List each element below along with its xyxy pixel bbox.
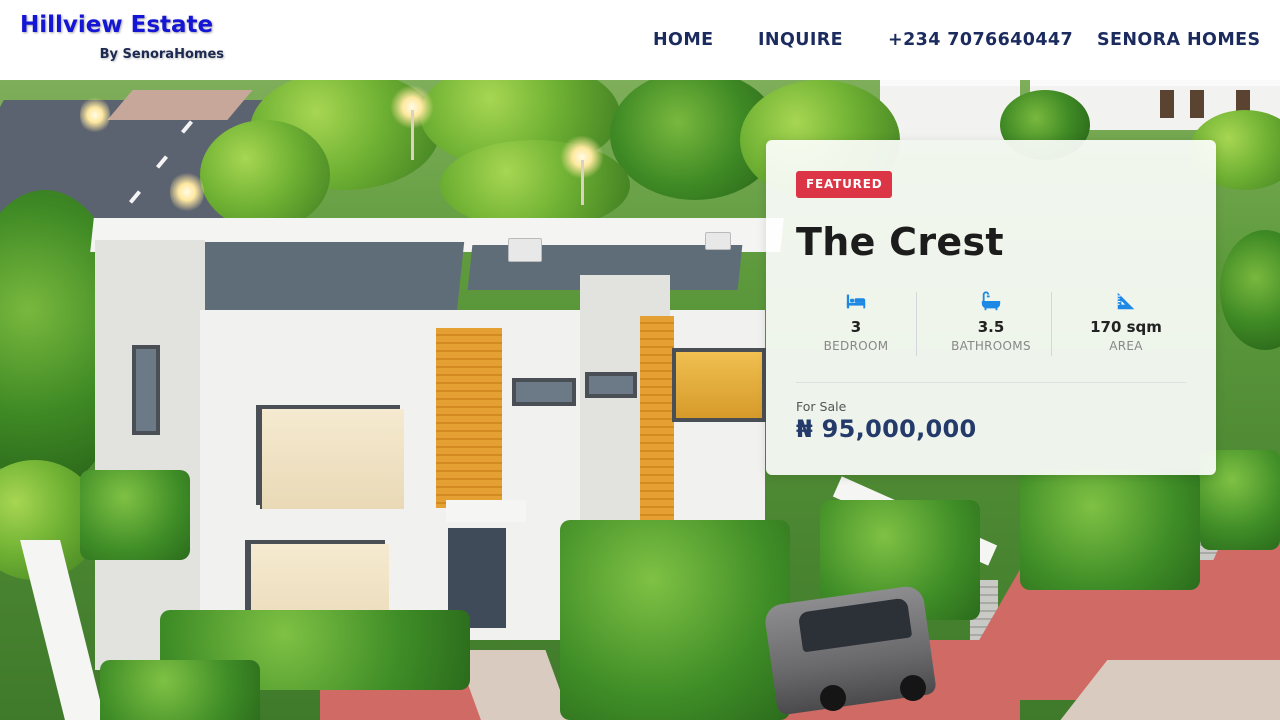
stat-label: BATHROOMS — [951, 339, 1031, 353]
street-lamp-pole — [411, 110, 414, 160]
property-stats: 3 BEDROOM 3.5 BATHROOMS 170 sqm AREA — [796, 290, 1186, 360]
wood-cladding-panel — [640, 316, 674, 536]
distant-house — [880, 80, 1020, 140]
distant-window — [1160, 90, 1174, 118]
tree — [200, 120, 330, 230]
street-lamp-glow — [170, 170, 204, 214]
stat-divider — [1051, 292, 1052, 356]
hedge — [560, 520, 790, 720]
bed-icon — [846, 294, 866, 309]
hedge — [100, 660, 260, 720]
bathtub-icon — [981, 291, 1001, 311]
featured-badge: FEATURED — [796, 171, 893, 198]
sidewalk — [107, 90, 253, 120]
wood-cladding-panel — [436, 328, 502, 508]
ruler-icon — [1117, 292, 1135, 310]
card-divider — [796, 382, 1186, 383]
building-side-wall — [95, 240, 205, 670]
distant-window — [1190, 90, 1204, 118]
nav-home-link[interactable]: HOME — [653, 29, 714, 51]
car-wheel — [820, 685, 846, 711]
window — [512, 378, 576, 406]
window — [585, 372, 637, 398]
window — [256, 405, 404, 509]
price-label: For Sale — [796, 399, 847, 414]
nav-phone-link[interactable]: +234 7076640447 — [888, 29, 1073, 51]
site-header: Hillview Estate By SenoraHomes HOME INQU… — [0, 0, 1280, 80]
stat-area: 170 sqm AREA — [1066, 290, 1186, 360]
nav-senora-homes-link[interactable]: SENORA HOMES — [1097, 29, 1261, 51]
property-title: The Crest — [796, 220, 1004, 264]
stat-value: 3 — [850, 318, 862, 336]
nav-inquire-link[interactable]: INQUIRE — [758, 29, 843, 51]
door-canopy — [446, 500, 526, 522]
tree — [1220, 230, 1280, 350]
street-lamp-pole — [581, 160, 584, 205]
air-conditioner-unit — [508, 238, 542, 262]
stat-label: AREA — [1109, 339, 1143, 353]
main-nav: HOME INQUIRE +234 7076640447 SENORA HOME… — [0, 29, 1280, 53]
stat-label: BEDROOM — [823, 339, 889, 353]
featured-property-card[interactable]: FEATURED The Crest 3 BEDROOM 3.5 BATHROO… — [766, 140, 1216, 475]
stat-bathrooms: 3.5 BATHROOMS — [931, 290, 1051, 360]
car-wheel — [900, 675, 926, 701]
window — [132, 345, 160, 435]
property-price: ₦ 95,000,000 — [796, 415, 977, 443]
stat-divider — [916, 292, 917, 356]
air-conditioner-unit — [705, 232, 731, 250]
street-lamp-glow — [80, 95, 110, 135]
window — [672, 348, 766, 422]
hedge — [80, 470, 190, 560]
stat-value: 3.5 — [977, 318, 1005, 336]
stat-value: 170 sqm — [1090, 318, 1162, 336]
stat-bedroom: 3 BEDROOM — [796, 290, 916, 360]
hedge — [1020, 470, 1200, 590]
